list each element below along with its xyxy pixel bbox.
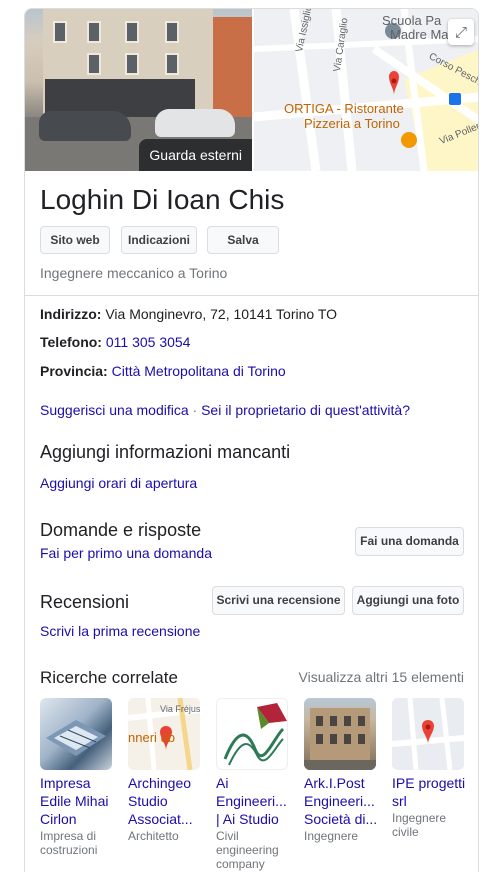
related-name[interactable]: Ai Engineeri... | Ai Studio — [216, 774, 290, 828]
phone-link[interactable]: 011 305 3054 — [106, 334, 191, 350]
window — [165, 21, 179, 43]
white-car — [155, 109, 235, 137]
company-logo — [223, 703, 287, 766]
divider — [25, 295, 478, 296]
related-name[interactable]: Ark.I.Post Engineeri... Società di... — [304, 774, 378, 828]
related-category: Impresa di costruzioni — [40, 829, 98, 857]
window — [53, 21, 67, 43]
map-poi-line1: ORTIGA - Ristorante — [284, 101, 404, 116]
knowledge-panel: Guarda esterni Via Issiglio Via Caraglio — [24, 8, 479, 872]
ask-question-button[interactable]: Fai una domanda — [355, 527, 464, 556]
related-category: Civil engineering company — [216, 829, 279, 871]
related-thumbnail — [216, 698, 288, 770]
related-card[interactable]: IPE progetti srl Ingegnere civile — [392, 698, 466, 839]
related-category: Ingegnere — [304, 829, 359, 843]
expand-map-icon[interactable]: ⤢ — [448, 19, 474, 45]
add-hours-link[interactable]: Aggiungi orari di apertura — [40, 475, 197, 491]
add-photo-button[interactable]: Aggiungi una foto — [352, 586, 464, 615]
map-thumbnail[interactable]: Via Issiglio Via Caraglio Corso Peschie … — [254, 9, 478, 171]
related-category: Ingegnere civile — [392, 811, 447, 839]
header-images: Guarda esterni Via Issiglio Via Caraglio — [25, 9, 478, 171]
address-value[interactable]: Via Monginevro, 72, 10141 Torino TO — [105, 306, 337, 322]
save-button[interactable]: Salva — [207, 226, 279, 254]
business-name: Loghin Di Ioan Chis — [40, 184, 285, 215]
thumb-poi-label: nneri ub — [128, 730, 175, 745]
province-row: Provincia: Città Metropolitana di Torino — [40, 363, 286, 379]
related-name[interactable]: Archingeo Studio Associat... — [128, 774, 202, 828]
view-exterior-button[interactable]: Guarda esterni — [139, 139, 252, 171]
related-thumbnail — [304, 698, 376, 770]
related-thumbnail: Via Fréjus nneri ub — [128, 698, 200, 770]
address-row: Indirizzo: Via Monginevro, 72, 10141 Tor… — [40, 306, 337, 322]
qa-title: Domande e risposte — [40, 520, 202, 540]
phone-label: Telefono: — [40, 334, 102, 350]
province-label: Provincia: — [40, 363, 108, 379]
related-name[interactable]: Impresa Edile Mihai Cirlon — [40, 774, 114, 828]
related-card[interactable]: Impresa Edile Mihai Cirlon Impresa di co… — [40, 698, 114, 857]
side-building — [213, 17, 252, 117]
province-link[interactable]: Città Metropolitana di Torino — [112, 363, 286, 379]
missing-info-title: Aggiungi informazioni mancanti — [40, 442, 291, 462]
suggest-edit-link[interactable]: Suggerisci una modifica — [40, 402, 189, 418]
suggest-row: Suggerisci una modifica · Sei il proprie… — [40, 402, 410, 418]
business-category: Ingegnere meccanico a Torino — [40, 265, 228, 281]
write-review-button[interactable]: Scrivi una recensione — [212, 586, 345, 615]
building-photo — [304, 708, 376, 770]
ask-first-link[interactable]: Fai per primo una domanda — [40, 545, 212, 561]
related-card[interactable]: Ark.I.Post Engineeri... Società di... In… — [304, 698, 378, 843]
thumb-street-label: Via Fréjus — [160, 704, 200, 714]
related-card[interactable]: Via Fréjus nneri ub Archingeo Studio Ass… — [128, 698, 202, 843]
directions-button[interactable]: Indicazioni — [121, 226, 197, 254]
related-title: Ricerche correlate — [40, 668, 178, 687]
street-photo[interactable]: Guarda esterni — [25, 9, 252, 171]
map-pin-image — [392, 698, 464, 770]
website-button[interactable]: Sito web — [40, 226, 110, 254]
separator: · — [192, 402, 198, 418]
related-category: Architetto — [128, 829, 179, 843]
related-thumbnail — [392, 698, 464, 770]
map-school-label: Scuola Pa — [382, 13, 442, 28]
related-card[interactable]: Ai Engineeri... | Ai Studio Civil engine… — [216, 698, 290, 871]
phone-row: Telefono: 011 305 3054 — [40, 334, 190, 350]
dark-car — [39, 111, 131, 141]
map-school-label: Madre Ma — [390, 27, 449, 42]
window — [87, 21, 101, 43]
window — [165, 53, 179, 75]
house-render-image — [46, 720, 106, 756]
owner-link[interactable]: Sei il proprietario di quest'attività? — [201, 402, 410, 418]
reviews-title: Recensioni — [40, 592, 130, 612]
related-name[interactable]: IPE progetti srl — [392, 774, 466, 810]
map-poi-line2: Pizzeria a Torino — [304, 116, 400, 131]
write-first-review-link[interactable]: Scrivi la prima recensione — [40, 623, 200, 639]
window — [87, 53, 101, 75]
window — [125, 21, 139, 43]
address-label: Indirizzo: — [40, 306, 102, 322]
window — [125, 53, 139, 75]
view-more-link[interactable]: Visualizza altri 15 elementi — [299, 669, 465, 685]
related-thumbnail — [40, 698, 112, 770]
